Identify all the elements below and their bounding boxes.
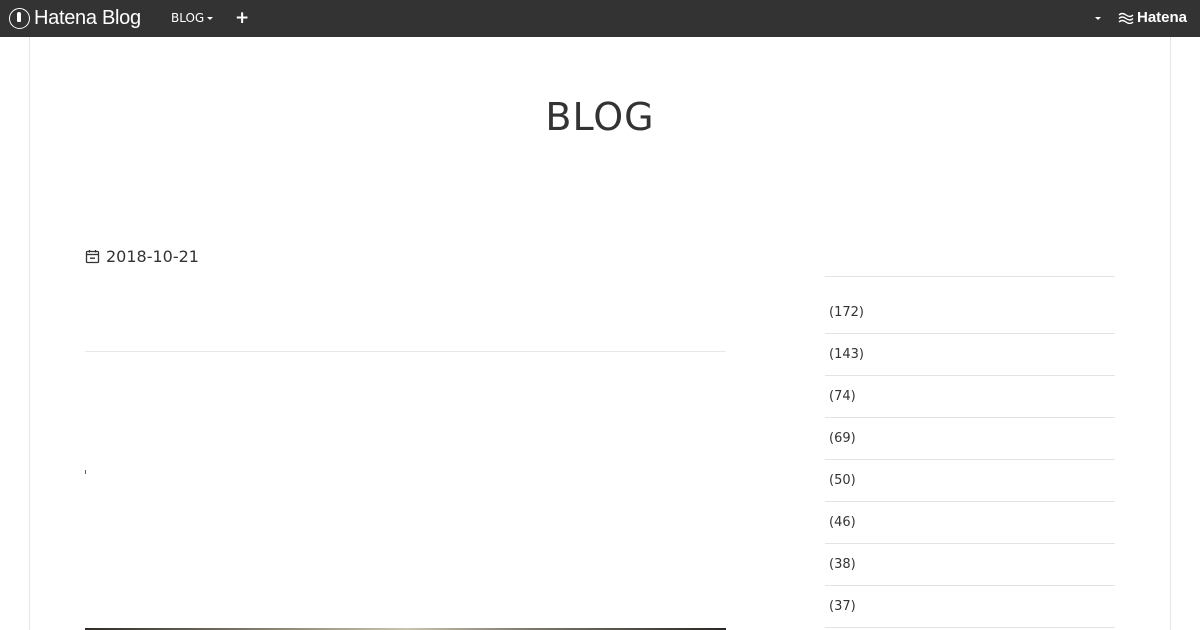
blog-menu-label: BLOG — [171, 11, 205, 25]
entry-divider — [85, 351, 726, 352]
category-item[interactable]: (69) — [825, 418, 1115, 460]
caret-down-icon — [207, 16, 214, 20]
category-count: (69) — [829, 431, 856, 446]
add-post-button[interactable]: + — [235, 8, 249, 28]
category-item[interactable]: (172) — [825, 277, 1115, 334]
category-count: (74) — [829, 389, 856, 404]
hatena-logo-link[interactable]: Hatena — [1118, 9, 1187, 26]
hatena-logo-text: Hatena — [1137, 9, 1188, 26]
brand-text: Hatena Blog — [34, 7, 141, 29]
category-item[interactable]: (37) — [825, 586, 1115, 628]
category-count: (38) — [829, 557, 856, 572]
hatena-blog-logo[interactable]: Hatena Blog — [9, 7, 141, 30]
entry-date[interactable]: 2018-10-21 — [85, 247, 199, 266]
category-count: (50) — [829, 473, 856, 488]
category-count: (143) — [829, 347, 864, 362]
category-item[interactable]: (46) — [825, 502, 1115, 544]
category-item[interactable]: (50) — [825, 460, 1115, 502]
hatena-wave-icon — [1118, 12, 1134, 24]
category-item[interactable]: (38) — [825, 544, 1115, 586]
hatena-blog-mark-icon — [9, 8, 30, 29]
category-item[interactable]: (143) — [825, 334, 1115, 376]
blog-menu-dropdown[interactable]: BLOG — [171, 11, 214, 25]
calendar-icon — [85, 250, 100, 264]
entry-link-fragment[interactable] — [85, 470, 86, 474]
category-count: (172) — [829, 305, 864, 320]
global-header: Hatena Blog BLOG + Hatena — [0, 0, 1200, 37]
blog-title[interactable]: BLOG — [0, 95, 1200, 139]
entry-date-text: 2018-10-21 — [106, 247, 199, 266]
account-menu-caret-icon[interactable] — [1095, 17, 1101, 20]
category-count: (37) — [829, 599, 856, 614]
category-count: (46) — [829, 515, 856, 530]
category-item[interactable]: (74) — [825, 376, 1115, 418]
category-sidebar: (172) (143) (74) (69) (50) (46) (38) (37… — [825, 276, 1115, 628]
